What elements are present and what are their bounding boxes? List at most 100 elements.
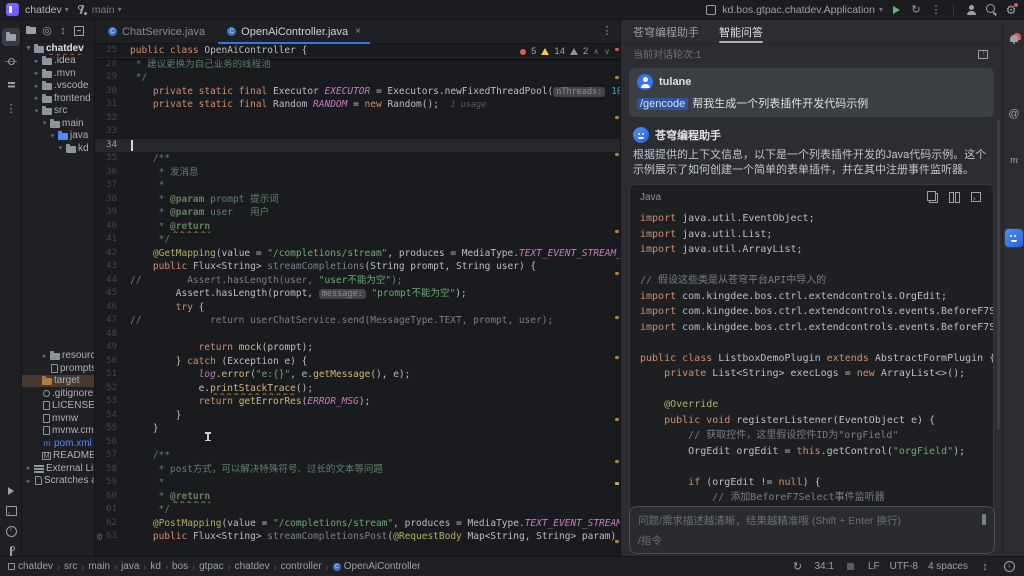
stripe-mark[interactable] [615,540,619,543]
annotation-gutter-icon[interactable]: @ [97,530,102,544]
maven-icon[interactable]: m [1004,150,1024,170]
tree-item-java[interactable]: ▾java [22,130,94,143]
tool-project-icon[interactable] [2,28,20,46]
collapse-all-icon[interactable] [72,24,86,38]
line-separator[interactable]: LF [868,561,880,572]
open-in-editor-icon[interactable] [976,46,990,60]
code-line-text: * @return [123,220,620,234]
stripe-mark[interactable] [615,356,619,359]
more-actions-button[interactable]: ⋮ [929,3,943,17]
tree-item-frontend[interactable]: ▸frontend [22,92,94,105]
readonly-icon[interactable] [844,560,858,574]
editor-tab-OpenAiController.java[interactable]: COpenAiController.java× [218,20,370,43]
tree-item-.gitignore[interactable]: .gitignore [22,387,94,400]
sync-status-icon[interactable]: ↻ [790,560,804,574]
inspections-widget[interactable]: 5 14 2 ∧ ∨ [520,46,610,57]
caret-position[interactable]: 34:1 [814,561,833,572]
breadcrumb-item-controller[interactable]: controller [281,561,322,572]
search-everywhere-icon[interactable] [984,3,998,17]
breadcrumb-item-OpenAiController[interactable]: COpenAiController [333,561,421,572]
stripe-mark[interactable] [615,418,619,421]
indent-style[interactable]: 4 spaces [928,561,968,572]
expand-selection-icon[interactable]: ↕ [56,24,70,38]
stripe-mark[interactable] [615,76,619,79]
copy-code-icon[interactable] [925,190,939,204]
locate-file-icon[interactable]: ◎ [40,24,54,38]
next-problem-icon[interactable]: ∨ [604,47,610,56]
tree-item-README.md[interactable]: MREADME.md [22,450,94,463]
stripe-mark[interactable] [615,482,619,485]
tree-item-chatdev[interactable]: ▾chatdev [22,42,94,55]
tree-item-label: External Libraries [46,463,94,474]
tree-item-prompts[interactable]: prompts [22,362,94,375]
tree-item-src[interactable]: ▾src [22,105,94,118]
breadcrumb-item-main[interactable]: main [88,561,110,572]
panel-options-icon[interactable]: ⋮ [88,24,95,38]
tab-list-menu-icon[interactable]: ⋮ [600,24,614,38]
tree-item-target[interactable]: target [22,375,94,388]
breadcrumb-item-src[interactable]: src [64,561,77,572]
tree-item-.vscode[interactable]: ▸.vscode [22,80,94,93]
project-selector[interactable]: chatdev▾ [25,4,69,16]
tree-item-pom.xml[interactable]: mpom.xml [22,437,94,450]
prompt-input[interactable]: 问题/需求描述越清晰，结果越精准哦 (Shift + Enter 换行) /指令 [629,506,995,554]
breadcrumb-item-bos[interactable]: bos [172,561,188,572]
rerun-button[interactable]: ↻ [909,3,923,17]
close-tab-icon[interactable]: × [355,26,361,37]
command-chip[interactable]: /gencode [637,98,688,110]
gutter-line-number: 37 [95,179,123,193]
tree-item-resources[interactable]: ▸resources [22,350,94,363]
assistant-code[interactable]: import java.util.EventObject;import java… [630,209,993,520]
tree-item-.idea[interactable]: ▸.idea [22,55,94,68]
tree-item-LICENSE[interactable]: LICENSE [22,400,94,413]
tree-item-main[interactable]: ▾main [22,117,94,130]
stripe-mark[interactable] [615,272,619,275]
breadcrumb-item-gtpac[interactable]: gtpac [199,561,223,572]
tree-item-kd[interactable]: ▾kd [22,142,94,155]
tool-run-icon[interactable] [2,482,20,500]
branch-selector[interactable]: main▾ [75,3,122,17]
tree-gap [22,155,94,350]
tool-commit-icon[interactable] [2,52,20,70]
run-button[interactable] [889,3,903,17]
toggle-icon[interactable]: ↕ [978,560,992,574]
project-folder-icon[interactable] [24,24,38,38]
tab-smart-chat[interactable]: 智能问答 [719,20,763,43]
prev-problem-icon[interactable]: ∧ [593,47,599,56]
breadcrumb-item-chatdev[interactable]: chatdev [235,561,270,572]
code-line-text: * [123,179,620,193]
tree-item-Scratches and Consoles[interactable]: ▸Scratches and Consoles [22,475,94,488]
tool-problems-icon[interactable] [2,522,20,540]
inspections-widget-icon[interactable] [1002,560,1016,574]
stripe-mark[interactable] [615,316,619,319]
tool-more-icon[interactable]: ⋮ [2,100,20,118]
tree-item-mvnw[interactable]: mvnw [22,412,94,425]
stripe-mark[interactable] [615,460,619,463]
tool-terminal-icon[interactable] [2,502,20,520]
notifications-icon[interactable] [1004,28,1024,48]
stripe-mark[interactable] [615,153,619,156]
assistant-tool-icon[interactable] [1004,228,1024,248]
code-editor[interactable]: 25public class OpenAiController {28 * 建议… [95,44,620,556]
settings-icon[interactable]: ⚙ [1004,3,1018,17]
command-hint[interactable]: /指令 [638,533,662,548]
breadcrumb-item-kd[interactable]: kd [150,561,161,572]
breadcrumb-item-java[interactable]: java [121,561,139,572]
breadcrumb-item-chatdev[interactable]: chatdev [8,561,53,572]
tree-item-.mvn[interactable]: ▸.mvn [22,67,94,80]
encoding[interactable]: UTF-8 [890,561,918,572]
tree-item-External Libraries[interactable]: ▸External Libraries [22,462,94,475]
tab-coding-assistant[interactable]: 苍穹编程助手 [633,20,699,43]
tool-structure-icon[interactable] [2,76,20,94]
insert-code-icon[interactable] [969,190,983,204]
stripe-mark[interactable] [615,116,619,119]
diff-code-icon[interactable] [947,190,961,204]
user-add-icon[interactable] [964,3,978,17]
stripe-mark[interactable] [615,230,619,233]
stripe-mark[interactable] [615,48,619,51]
run-config-selector[interactable]: kd.bos.gtpac.chatdev.Application▾ [704,3,883,17]
ai-chat-icon[interactable]: @ [1004,104,1024,124]
tree-item-mvnw.cmd[interactable]: mvnw.cmd [22,425,94,438]
assistant-scrollbar[interactable] [997,120,1000,430]
editor-tab-ChatService.java[interactable]: CChatService.java [99,20,214,43]
